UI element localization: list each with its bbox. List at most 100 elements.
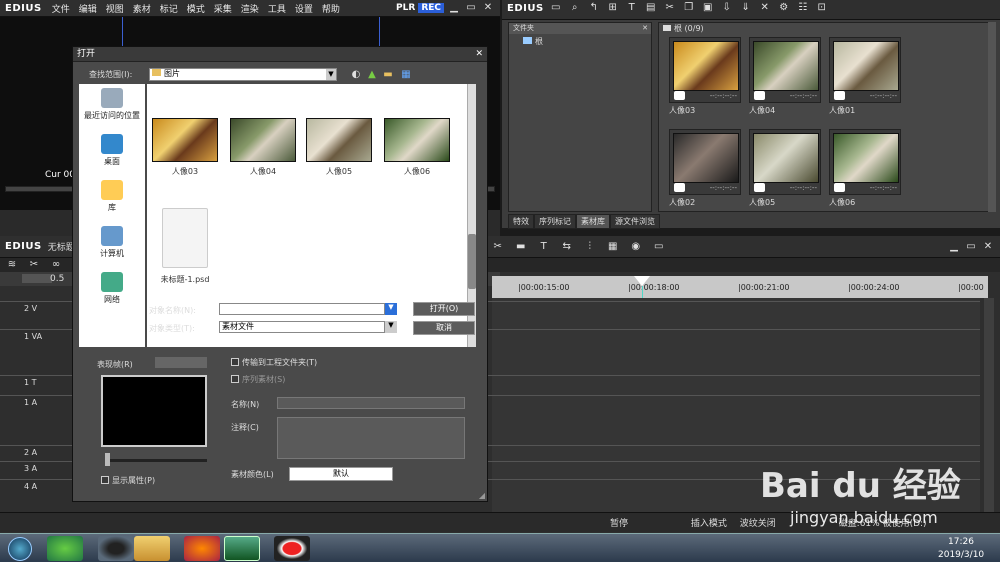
up-folder-icon[interactable]: ▲ <box>365 69 379 81</box>
app-edius-icon[interactable] <box>224 536 260 561</box>
file-item[interactable]: 未标题-1.psd <box>151 208 219 285</box>
tab-effects[interactable]: 特效 <box>508 214 534 229</box>
clip-item[interactable]: --:--:--:-- <box>669 37 741 103</box>
track-header[interactable]: 4 A <box>24 482 37 491</box>
menu-item[interactable]: 设置 <box>295 5 313 15</box>
menu-item[interactable]: 渲染 <box>241 5 259 15</box>
place-item[interactable]: 网络 <box>79 272 145 305</box>
place-item[interactable]: 最近访问的位置 <box>79 88 145 121</box>
minimize-icon[interactable]: ▁ <box>947 241 961 253</box>
file-item[interactable]: 人像04 <box>229 118 297 177</box>
name-dropdown-icon[interactable]: ▼ <box>385 303 397 315</box>
scroll-thumb[interactable] <box>468 234 476 289</box>
render-icon[interactable]: ⇆ <box>560 241 574 253</box>
cut-icon[interactable]: ✂ <box>663 2 677 14</box>
properties-icon[interactable]: ⚙ <box>777 2 791 14</box>
back-icon[interactable]: ◐ <box>349 69 363 81</box>
menu-item[interactable]: 素材 <box>133 5 151 15</box>
sequence-checkbox[interactable]: 序列素材(S) <box>231 374 285 385</box>
place-item[interactable]: 库 <box>79 180 145 213</box>
place-item[interactable]: 桌面 <box>79 134 145 167</box>
track-header[interactable]: 1 T <box>24 378 37 387</box>
new-folder-icon[interactable]: ▬ <box>381 69 395 81</box>
comment-input[interactable] <box>277 417 465 459</box>
type-dropdown-icon[interactable]: ▼ <box>385 321 397 333</box>
tab-source-browser[interactable]: 源文件浏览 <box>610 214 660 229</box>
clip-item[interactable]: --:--:--:-- <box>669 129 741 195</box>
view-icon[interactable]: ☷ <box>796 2 810 14</box>
folder-icon[interactable]: ▭ <box>549 2 563 14</box>
clip-item[interactable]: --:--:--:-- <box>829 37 901 103</box>
menu-item[interactable]: 编辑 <box>79 5 97 15</box>
search-icon[interactable]: ⌕ <box>568 2 582 14</box>
dialog-close-icon[interactable]: ✕ <box>475 47 483 62</box>
track-header[interactable]: 1 VA <box>24 332 42 341</box>
playhead-marker-icon[interactable] <box>634 276 650 286</box>
preview-slider-thumb[interactable] <box>105 453 110 466</box>
tab-sequence-markers[interactable]: 序列标记 <box>534 214 576 229</box>
cancel-button[interactable]: 取消 <box>413 321 475 335</box>
overwrite-icon[interactable]: ⇓ <box>739 2 753 14</box>
transfer-checkbox[interactable]: 传输到工程文件夹(T) <box>231 357 317 368</box>
title-icon[interactable]: T <box>537 241 551 253</box>
clip-item[interactable]: --:--:--:-- <box>829 129 901 195</box>
menu-item[interactable]: 工具 <box>268 5 286 15</box>
file-item[interactable]: 人像05 <box>305 118 373 177</box>
view-menu-icon[interactable]: ▦ <box>399 69 413 81</box>
maximize-icon[interactable]: ▭ <box>964 241 978 253</box>
menu-item[interactable]: 帮助 <box>322 5 340 15</box>
menu-item[interactable]: 文件 <box>52 5 70 15</box>
clip-name-input[interactable] <box>277 397 465 409</box>
app-firefox-icon[interactable] <box>184 536 220 561</box>
clip-item[interactable]: --:--:--:-- <box>749 37 821 103</box>
root-folder[interactable]: 根 <box>509 34 651 49</box>
show-properties-checkbox[interactable]: 显示属性(P) <box>101 475 155 486</box>
paste-icon[interactable]: ▣ <box>701 2 715 14</box>
app-explorer-icon[interactable] <box>134 536 170 561</box>
type-select[interactable]: 素材文件 <box>219 321 385 333</box>
folder-panel-close-icon[interactable]: ✕ <box>642 23 648 34</box>
layout-icon[interactable]: ▭ <box>652 241 666 253</box>
razor-icon[interactable]: ✂ <box>491 241 505 253</box>
tab-bin[interactable]: 素材库 <box>576 214 610 229</box>
track-tool-icon[interactable]: ≋ <box>5 259 19 271</box>
up-folder-icon[interactable]: ↰ <box>587 2 601 14</box>
file-item[interactable]: 人像06 <box>383 118 451 177</box>
insert-icon[interactable]: ⇩ <box>720 2 734 14</box>
grid-icon[interactable]: ▦ <box>606 241 620 253</box>
app-360-icon[interactable] <box>47 536 83 561</box>
preview-slider[interactable] <box>105 459 207 462</box>
minimize-icon[interactable]: ▁ <box>447 2 461 14</box>
menu-item[interactable]: 模式 <box>187 5 205 15</box>
copy-icon[interactable]: ❐ <box>682 2 696 14</box>
app-recorder-icon[interactable] <box>274 536 310 561</box>
start-button[interactable] <box>8 537 32 561</box>
maximize-icon[interactable]: ▭ <box>464 2 478 14</box>
place-item[interactable]: 计算机 <box>79 226 145 259</box>
track-header[interactable]: 2 A <box>24 448 37 457</box>
track-header[interactable]: 1 A <box>24 398 37 407</box>
menu-item[interactable]: 标记 <box>160 5 178 15</box>
delete-icon[interactable]: ✕ <box>758 2 772 14</box>
zoom-slider[interactable] <box>22 274 52 283</box>
menu-item[interactable]: 视图 <box>106 5 124 15</box>
bin-scrollbar[interactable] <box>988 22 996 212</box>
loop-icon[interactable]: ∞ <box>49 259 63 271</box>
color-bar-icon[interactable]: ▤ <box>644 2 658 14</box>
clip-item[interactable]: --:--:--:-- <box>749 129 821 195</box>
track-header[interactable]: 3 A <box>24 464 37 473</box>
name-input[interactable] <box>219 303 385 315</box>
timeline-vscroll[interactable] <box>984 298 994 526</box>
close-icon[interactable]: ✕ <box>481 2 495 14</box>
clip-color-button[interactable]: 默认 <box>289 467 393 481</box>
add-clip-icon[interactable]: ⊞ <box>606 2 620 14</box>
record-voice-icon[interactable]: ◉ <box>629 241 643 253</box>
menu-item[interactable]: 采集 <box>214 5 232 15</box>
close-icon[interactable]: ✕ <box>981 241 995 253</box>
title-icon[interactable]: T <box>625 2 639 14</box>
file-item[interactable]: 人像03 <box>151 118 219 177</box>
cut-mode-icon[interactable]: ✂ <box>27 259 41 271</box>
rec-toggle[interactable]: REC <box>418 3 444 13</box>
track-header[interactable]: 2 V <box>24 304 37 313</box>
mixer-icon[interactable]: ⫶ <box>583 241 597 253</box>
